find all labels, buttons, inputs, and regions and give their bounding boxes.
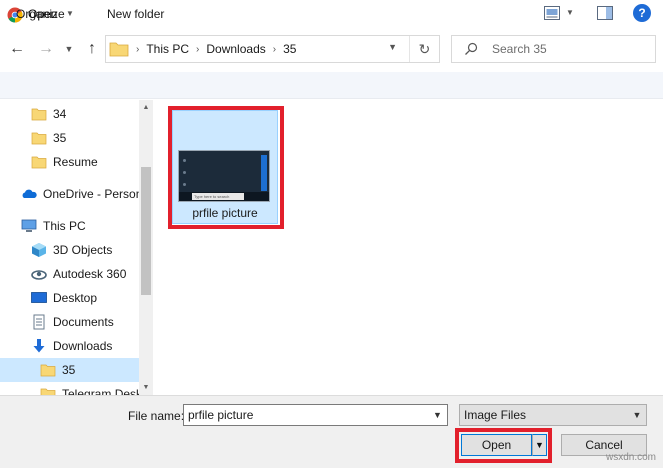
sidebar-item-label: Resume — [53, 155, 98, 169]
documents-icon — [33, 314, 45, 330]
scroll-down-icon[interactable]: ▼ — [139, 380, 153, 394]
watermark: wsxdn.com — [606, 452, 657, 463]
sidebar-item-onedrive[interactable]: OneDrive - Personal — [0, 182, 139, 206]
thumbnail-dot — [183, 159, 186, 162]
onedrive-icon — [22, 189, 37, 198]
sidebar-item-35-selected[interactable]: 35 — [0, 358, 139, 382]
address-bar[interactable]: › This PC › Downloads › 35 ▼ ↻ — [105, 35, 440, 63]
address-dropdown-icon[interactable]: ▼ — [388, 42, 397, 52]
thumbnail-dot — [183, 171, 186, 174]
folder-icon — [31, 132, 47, 145]
refresh-icon: ↻ — [418, 40, 431, 57]
back-button[interactable]: ← — [6, 38, 28, 60]
sidebar-item-documents[interactable]: Documents — [0, 310, 139, 334]
breadcrumb-separator: › — [272, 43, 277, 55]
file-name-input[interactable]: prfile picture — [183, 404, 448, 426]
preview-pane-icon[interactable] — [597, 6, 613, 20]
folder-icon — [109, 42, 129, 57]
navigation-pane: 34 35 Resume OneDrive - Personal This PC… — [0, 100, 153, 395]
chevron-down-icon[interactable]: ▼ — [628, 405, 646, 425]
sidebar-item-resume[interactable]: Resume — [0, 150, 139, 174]
organize-button[interactable]: Organize — [16, 7, 65, 21]
desktop-icon — [31, 292, 47, 303]
chevron-down-icon: ▼ — [66, 9, 74, 18]
sidebar-item-3d-objects[interactable]: 3D Objects — [0, 238, 139, 262]
thumbnail-taskbar: Type here to search — [179, 192, 269, 201]
arrow-up-icon: ↑ — [88, 40, 96, 57]
view-options-icon[interactable] — [544, 6, 560, 20]
search-box[interactable]: Search 35 — [451, 35, 656, 63]
image-thumbnail: Type here to search — [178, 150, 270, 202]
sidebar-item-label: Downloads — [53, 339, 113, 353]
sidebar-item-label: 34 — [53, 107, 67, 121]
forward-button[interactable]: → — [35, 38, 57, 60]
thumbnail-dot — [183, 183, 186, 186]
thumbnail-search-text: Type here to search — [192, 193, 244, 200]
breadcrumb-this-pc[interactable]: This PC — [146, 42, 189, 56]
sidebar-item-label: Telegram Desktop — [62, 387, 139, 395]
open-button[interactable]: Open — [461, 434, 532, 456]
title-bar — [0, 0, 663, 30]
sidebar-item-35[interactable]: 35 — [0, 126, 139, 150]
sidebar-item-label: 35 — [53, 131, 67, 145]
search-placeholder: Search 35 — [492, 42, 547, 56]
downloads-icon — [33, 339, 45, 353]
scrollbar-thumb[interactable] — [141, 167, 151, 295]
sidebar-item-this-pc[interactable]: This PC — [0, 214, 139, 238]
file-type-select[interactable]: Image Files — [459, 404, 647, 426]
sidebar-item-autodesk-360[interactable]: Autodesk 360 — [0, 262, 139, 286]
open-options-button[interactable]: ▼ — [532, 434, 547, 456]
search-icon — [465, 42, 478, 55]
breadcrumb-downloads[interactable]: Downloads — [206, 42, 265, 56]
caret-down-icon: ▼ — [535, 440, 544, 450]
scroll-up-icon[interactable]: ▲ — [139, 100, 153, 114]
command-toolbar — [0, 72, 663, 99]
3d-objects-icon — [32, 243, 46, 257]
sidebar-item-telegram-desktop[interactable]: Telegram Desktop — [0, 382, 139, 395]
computer-icon — [21, 219, 37, 232]
chevron-down-icon[interactable]: ▼ — [428, 405, 447, 425]
chevron-down-icon: ▼ — [64, 44, 74, 54]
folder-icon — [40, 388, 56, 395]
folder-icon — [31, 108, 47, 121]
sidebar-item-label: Documents — [53, 315, 114, 329]
breadcrumb-separator: › — [136, 43, 140, 55]
sidebar-item-desktop[interactable]: Desktop — [0, 286, 139, 310]
sidebar-item-label: Desktop — [53, 291, 98, 305]
folder-icon — [40, 364, 56, 377]
sidebar-item-downloads[interactable]: Downloads — [0, 334, 139, 358]
sidebar-item-label: Autodesk 360 — [53, 267, 127, 281]
help-button[interactable]: ? — [633, 4, 651, 22]
refresh-button[interactable]: ↻ — [409, 36, 439, 62]
file-name-field-label: File name: — [128, 409, 185, 423]
folder-icon — [31, 156, 47, 169]
file-name-label: prfile picture — [192, 206, 258, 220]
sidebar-item-label: 35 — [62, 363, 76, 377]
sidebar-item-34[interactable]: 34 — [0, 102, 139, 126]
recent-locations-button[interactable]: ▼ — [62, 38, 76, 60]
chevron-down-icon[interactable]: ▼ — [566, 8, 574, 17]
arrow-left-icon: ← — [9, 40, 25, 57]
thumbnail-stripe — [261, 155, 267, 191]
new-folder-button[interactable]: New folder — [107, 7, 164, 21]
arrow-right-icon: → — [38, 40, 54, 57]
breadcrumb-35[interactable]: 35 — [283, 42, 296, 56]
autodesk-icon — [31, 270, 47, 280]
breadcrumb-separator: › — [196, 43, 200, 55]
sidebar-item-label: 3D Objects — [53, 243, 113, 257]
sidebar-item-label: OneDrive - Personal — [43, 187, 139, 201]
up-button[interactable]: ↑ — [81, 38, 103, 60]
sidebar-item-label: This PC — [43, 219, 86, 233]
